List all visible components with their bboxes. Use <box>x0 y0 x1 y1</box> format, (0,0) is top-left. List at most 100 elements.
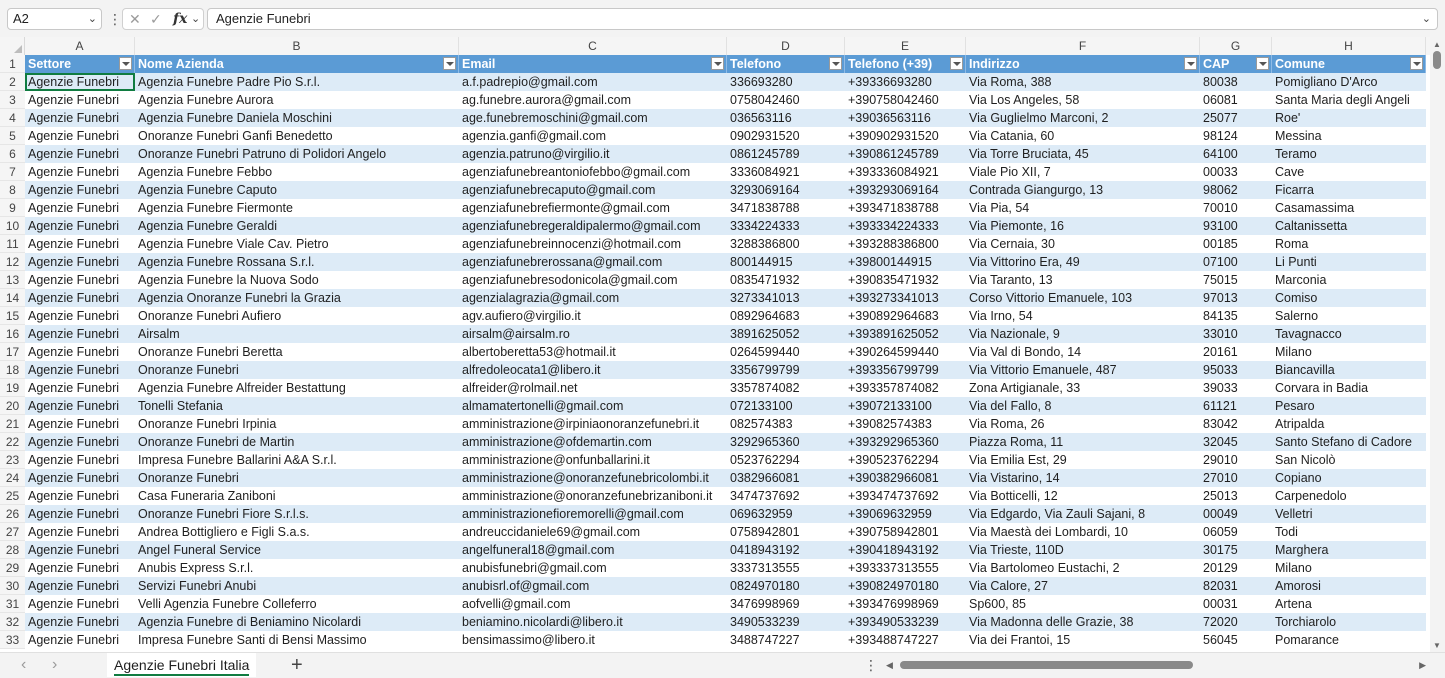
table-cell[interactable]: alfreider@rolmail.net <box>459 379 727 397</box>
formula-input[interactable]: Agenzie Funebri ⌄ <box>207 8 1438 30</box>
table-cell[interactable]: Agenzie Funebri <box>25 469 135 487</box>
table-cell[interactable]: Onoranze Funebri Patruno di Polidori Ang… <box>135 145 459 163</box>
row-header[interactable]: 22 <box>0 433 25 451</box>
table-cell[interactable]: 29010 <box>1200 451 1272 469</box>
table-cell[interactable]: +393356799799 <box>845 361 966 379</box>
table-cell[interactable]: Sp600, 85 <box>966 595 1200 613</box>
table-cell[interactable]: Cave <box>1272 163 1426 181</box>
table-cell[interactable]: Impresa Funebre Ballarini A&A S.r.l. <box>135 451 459 469</box>
row-header[interactable]: 16 <box>0 325 25 343</box>
table-cell[interactable]: 00185 <box>1200 235 1272 253</box>
table-cell[interactable]: 27010 <box>1200 469 1272 487</box>
table-cell[interactable]: Agenzie Funebri <box>25 127 135 145</box>
table-cell[interactable]: amministrazione@ofdemartin.com <box>459 433 727 451</box>
table-cell[interactable]: Agenzia Funebre Padre Pio S.r.l. <box>135 73 459 91</box>
more-options-icon[interactable]: ⋮ <box>108 9 122 29</box>
vertical-scroll-thumb[interactable] <box>1433 51 1441 69</box>
table-cell[interactable]: Tonelli Stefania <box>135 397 459 415</box>
row-header[interactable]: 20 <box>0 397 25 415</box>
table-cell[interactable]: Santo Stefano di Cadore <box>1272 433 1426 451</box>
table-cell[interactable]: Anubis Express S.r.l. <box>135 559 459 577</box>
table-cell[interactable]: beniamino.nicolardi@libero.it <box>459 613 727 631</box>
table-cell[interactable]: 06059 <box>1200 523 1272 541</box>
table-cell[interactable]: Agenzia Funebre Fiermonte <box>135 199 459 217</box>
table-cell[interactable]: 0902931520 <box>727 127 845 145</box>
table-cell[interactable]: Via Los Angeles, 58 <box>966 91 1200 109</box>
table-cell[interactable]: Onoranze Funebri Aufiero <box>135 307 459 325</box>
table-cell[interactable]: agenzialagrazia@gmail.com <box>459 289 727 307</box>
table-cell[interactable]: agenziafunebrefiermonte@gmail.com <box>459 199 727 217</box>
table-cell[interactable]: Agenzie Funebri <box>25 91 135 109</box>
row-header[interactable]: 4 <box>0 109 25 127</box>
row-header[interactable]: 30 <box>0 577 25 595</box>
table-cell[interactable]: agenzia.patruno@virgilio.it <box>459 145 727 163</box>
row-header[interactable]: 8 <box>0 181 25 199</box>
table-cell[interactable]: +390418943192 <box>845 541 966 559</box>
table-cell[interactable]: Agenzie Funebri <box>25 487 135 505</box>
table-cell[interactable]: 0861245789 <box>727 145 845 163</box>
table-cell[interactable]: Casamassima <box>1272 199 1426 217</box>
row-header[interactable]: 31 <box>0 595 25 613</box>
table-cell[interactable]: 33010 <box>1200 325 1272 343</box>
table-cell[interactable]: Agenzia Funebre Aurora <box>135 91 459 109</box>
row-header[interactable]: 11 <box>0 235 25 253</box>
table-cell[interactable]: Agenzie Funebri <box>25 595 135 613</box>
row-header[interactable]: 15 <box>0 307 25 325</box>
table-cell[interactable]: Agenzie Funebri <box>25 181 135 199</box>
row-header[interactable]: 14 <box>0 289 25 307</box>
table-cell[interactable]: Atripalda <box>1272 415 1426 433</box>
table-cell[interactable]: 20161 <box>1200 343 1272 361</box>
table-cell[interactable]: Via Cernaia, 30 <box>966 235 1200 253</box>
row-header[interactable]: 23 <box>0 451 25 469</box>
table-cell[interactable]: Corso Vittorio Emanuele, 103 <box>966 289 1200 307</box>
table-cell[interactable]: Agenzie Funebri <box>25 433 135 451</box>
table-cell[interactable]: a.f.padrepio@gmail.com <box>459 73 727 91</box>
table-cell[interactable]: alfredoleocata1@libero.it <box>459 361 727 379</box>
table-cell[interactable]: +393471838788 <box>845 199 966 217</box>
table-cell[interactable]: 036563116 <box>727 109 845 127</box>
table-cell[interactable]: Via Vittorio Emanuele, 487 <box>966 361 1200 379</box>
table-cell[interactable]: Onoranze Funebri <box>135 469 459 487</box>
table-cell[interactable]: 3292965360 <box>727 433 845 451</box>
table-cell[interactable]: +390861245789 <box>845 145 966 163</box>
table-cell[interactable]: 97013 <box>1200 289 1272 307</box>
table-cell[interactable]: Copiano <box>1272 469 1426 487</box>
table-cell[interactable]: +393474737692 <box>845 487 966 505</box>
table-cell[interactable]: airsalm@airsalm.ro <box>459 325 727 343</box>
horizontal-scroll-thumb[interactable] <box>900 661 1193 669</box>
column-header-g[interactable]: G <box>1200 37 1272 55</box>
add-sheet-icon[interactable]: + <box>291 654 303 676</box>
table-cell[interactable]: +390264599440 <box>845 343 966 361</box>
table-cell[interactable]: Via Piemonte, 16 <box>966 217 1200 235</box>
table-cell[interactable]: agenziafunebresodonicola@gmail.com <box>459 271 727 289</box>
row-header[interactable]: 13 <box>0 271 25 289</box>
table-cell[interactable]: Impresa Funebre Santi di Bensi Massimo <box>135 631 459 649</box>
table-cell[interactable]: +393293069164 <box>845 181 966 199</box>
table-cell[interactable]: +390523762294 <box>845 451 966 469</box>
cancel-icon[interactable]: ✕ <box>129 9 141 29</box>
table-cell[interactable]: 64100 <box>1200 145 1272 163</box>
table-cell[interactable]: amministrazione@irpiniaonoranzefunebri.i… <box>459 415 727 433</box>
table-header-cell[interactable]: Telefono (+39) <box>845 55 966 73</box>
filter-dropdown-icon[interactable] <box>119 57 132 70</box>
table-cell[interactable]: agenziafunebrerossana@gmail.com <box>459 253 727 271</box>
table-cell[interactable]: 3357874082 <box>727 379 845 397</box>
table-header-cell[interactable]: CAP <box>1200 55 1272 73</box>
table-cell[interactable]: 3891625052 <box>727 325 845 343</box>
table-cell[interactable]: +39072133100 <box>845 397 966 415</box>
table-cell[interactable]: amministrazione@onoranzefunebricolombi.i… <box>459 469 727 487</box>
table-cell[interactable]: Via del Fallo, 8 <box>966 397 1200 415</box>
table-cell[interactable]: +393273341013 <box>845 289 966 307</box>
table-cell[interactable]: Via Irno, 54 <box>966 307 1200 325</box>
row-header[interactable]: 9 <box>0 199 25 217</box>
table-cell[interactable]: Agenzie Funebri <box>25 613 135 631</box>
table-cell[interactable]: 95033 <box>1200 361 1272 379</box>
row-header[interactable]: 24 <box>0 469 25 487</box>
table-cell[interactable]: bensimassimo@libero.it <box>459 631 727 649</box>
table-cell[interactable]: agv.aufiero@virgilio.it <box>459 307 727 325</box>
table-cell[interactable]: Andrea Bottigliero e Figli S.a.s. <box>135 523 459 541</box>
table-cell[interactable]: 25077 <box>1200 109 1272 127</box>
table-cell[interactable]: Agenzie Funebri <box>25 361 135 379</box>
table-cell[interactable]: +393891625052 <box>845 325 966 343</box>
table-cell[interactable]: +393488747227 <box>845 631 966 649</box>
